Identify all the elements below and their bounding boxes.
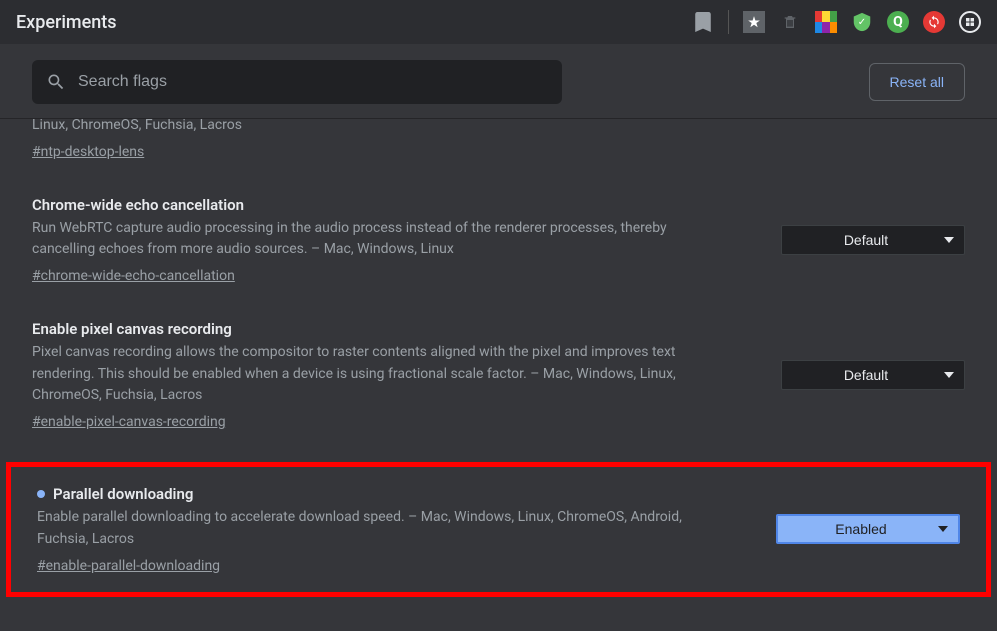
modified-indicator-dot [37,490,45,498]
flag-title: Parallel downloading [37,485,707,503]
flag-description: Enable parallel downloading to accelerat… [37,507,707,550]
flag-state-select[interactable]: Enabled [776,514,960,544]
shield-icon[interactable]: ✓ [851,11,873,33]
flag-text: Parallel downloading Enable parallel dow… [37,485,707,573]
search-icon [46,72,66,92]
flag-anchor-link[interactable]: #ntp-desktop-lens [32,144,144,160]
flag-anchor-link[interactable]: #enable-pixel-canvas-recording [32,414,226,430]
titlebar: Experiments ✓ Q [0,0,997,44]
titlebar-extension-icons: ✓ Q [692,10,981,34]
search-input[interactable] [78,73,548,91]
flag-select-wrap: Enabled [776,514,960,544]
flag-text: Enable pixel canvas recording Pixel canv… [32,320,702,430]
flags-content: Linux, ChromeOS, Fuchsia, Lacros #ntp-de… [0,119,997,631]
flag-text: Linux, ChromeOS, Fuchsia, Lacros #ntp-de… [32,119,702,160]
flag-anchor-link[interactable]: #chrome-wide-echo-cancellation [32,268,235,284]
divider [728,10,729,34]
profile-extension-icon[interactable] [959,11,981,33]
toolbar: Reset all [0,44,997,119]
flag-entry: Chrome-wide echo cancellation Run WebRTC… [32,178,965,302]
flag-state-select[interactable]: Default [781,360,965,390]
flag-title-text: Parallel downloading [53,485,193,503]
flag-anchor-link[interactable]: #enable-parallel-downloading [37,558,220,574]
flag-title: Chrome-wide echo cancellation [32,196,702,214]
flag-entry: Linux, ChromeOS, Fuchsia, Lacros #ntp-de… [32,119,965,178]
reset-all-button[interactable]: Reset all [869,63,965,101]
flag-select-wrap: Default [781,360,965,390]
trash-icon[interactable] [779,11,801,33]
sync-extension-icon[interactable] [923,11,945,33]
page-title: Experiments [16,12,117,33]
search-box[interactable] [32,60,562,104]
flag-select-wrap: Default [781,225,965,255]
flag-description: Linux, ChromeOS, Fuchsia, Lacros [32,119,702,137]
flag-text: Chrome-wide echo cancellation Run WebRTC… [32,196,702,284]
bookmark-icon[interactable] [692,11,714,33]
flag-title: Enable pixel canvas recording [32,320,702,338]
flag-entry: Enable pixel canvas recording Pixel canv… [32,302,965,448]
highlighted-flag-box: Parallel downloading Enable parallel dow… [6,462,991,596]
rainbow-extension-icon[interactable] [815,11,837,33]
flag-description: Run WebRTC capture audio processing in t… [32,218,702,261]
check-icon: ✓ [858,17,866,28]
bookmark-star-icon[interactable] [743,11,765,33]
flag-state-select[interactable]: Default [781,225,965,255]
flag-entry: Parallel downloading Enable parallel dow… [37,485,960,573]
q-extension-icon[interactable]: Q [887,11,909,33]
flag-description: Pixel canvas recording allows the compos… [32,342,702,407]
